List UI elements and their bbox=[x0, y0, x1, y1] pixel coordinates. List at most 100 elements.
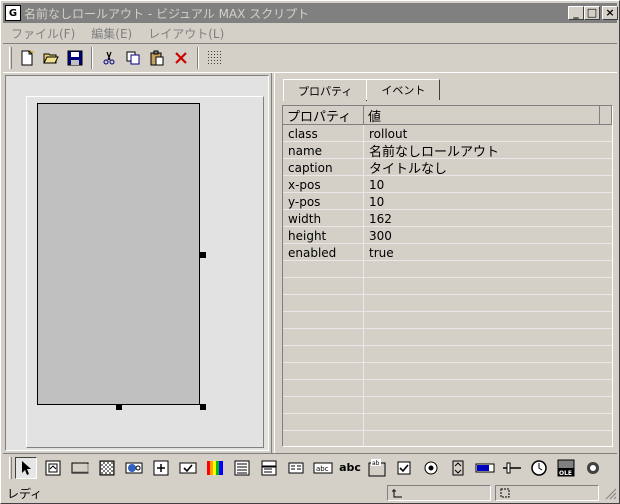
pickbutton-icon[interactable] bbox=[150, 457, 172, 479]
menu-bar: ファイル(F) 編集(E) レイアウト(L) bbox=[3, 24, 617, 42]
table-row[interactable]: class rollout bbox=[283, 125, 612, 142]
control-palette: abc abc ab OLE bbox=[3, 453, 617, 481]
slider-icon[interactable] bbox=[501, 457, 523, 479]
bitmap-icon[interactable] bbox=[42, 457, 64, 479]
empty-cell bbox=[283, 295, 364, 312]
colorpicker-icon[interactable] bbox=[204, 457, 226, 479]
timer-icon[interactable] bbox=[528, 457, 550, 479]
map-button-icon[interactable] bbox=[96, 457, 118, 479]
minimize-button[interactable]: _ bbox=[568, 6, 584, 20]
empty-cell bbox=[283, 346, 364, 363]
prop-name: class bbox=[283, 125, 364, 142]
empty-cell bbox=[283, 414, 364, 431]
menu-file[interactable]: ファイル(F) bbox=[3, 25, 83, 42]
svg-text:abc: abc bbox=[316, 465, 329, 473]
grid-icon[interactable] bbox=[203, 47, 227, 69]
prop-value[interactable]: 162 bbox=[364, 210, 604, 227]
empty-cell bbox=[364, 431, 604, 446]
prop-value[interactable]: 名前なしロールアウト bbox=[364, 142, 604, 159]
checkbox-icon[interactable] bbox=[393, 457, 415, 479]
prop-value[interactable]: 10 bbox=[364, 193, 604, 210]
paste-icon[interactable] bbox=[145, 47, 169, 69]
prop-name: caption bbox=[283, 159, 364, 176]
status-position-panel bbox=[387, 485, 491, 501]
open-icon[interactable] bbox=[39, 47, 63, 69]
pointer-icon[interactable] bbox=[15, 456, 37, 479]
table-row[interactable]: width 162 bbox=[283, 210, 612, 227]
header-property[interactable]: プロパティ bbox=[283, 106, 364, 125]
progressbar-icon[interactable] bbox=[474, 457, 496, 479]
menu-layout[interactable]: レイアウト(L) bbox=[140, 25, 232, 42]
combobox-icon[interactable] bbox=[231, 457, 253, 479]
resize-handle-corner[interactable] bbox=[200, 404, 206, 410]
table-row[interactable]: name 名前なしロールアウト bbox=[283, 142, 612, 159]
close-button[interactable]: × bbox=[602, 6, 618, 20]
empty-row bbox=[283, 363, 612, 380]
spinner-icon[interactable] bbox=[447, 457, 469, 479]
empty-row bbox=[283, 346, 612, 363]
menu-edit[interactable]: 編集(E) bbox=[83, 25, 140, 42]
table-row[interactable]: y-pos 10 bbox=[283, 193, 612, 210]
tab-events[interactable]: イベント bbox=[366, 79, 441, 100]
groupbox-icon[interactable]: ab bbox=[366, 457, 388, 479]
prop-value[interactable]: 10 bbox=[364, 176, 604, 193]
empty-row bbox=[283, 295, 612, 312]
maxscript-icon[interactable]: G bbox=[5, 5, 21, 21]
delete-icon[interactable] bbox=[169, 47, 193, 69]
table-row[interactable]: caption タイトルなし bbox=[283, 159, 612, 176]
empty-cell bbox=[283, 261, 364, 278]
toolbar-separator bbox=[197, 47, 199, 69]
maximize-button[interactable]: □ bbox=[584, 6, 600, 20]
window-title: 名前なしロールアウト - ビジュアル MAX スクリプト bbox=[24, 6, 310, 21]
toolbar-grip[interactable] bbox=[9, 47, 12, 69]
save-icon[interactable] bbox=[63, 47, 87, 69]
custom-control-icon[interactable] bbox=[582, 457, 604, 479]
prop-name: height bbox=[283, 227, 364, 244]
table-row[interactable]: height 300 bbox=[283, 227, 612, 244]
rollout-preview[interactable] bbox=[37, 103, 200, 405]
toolbar-separator bbox=[91, 47, 93, 69]
empty-cell bbox=[283, 380, 364, 397]
prop-value[interactable]: rollout bbox=[364, 125, 604, 142]
prop-name: width bbox=[283, 210, 364, 227]
grid-rows: class rollout name 名前なしロールアウト caption タイトルな… bbox=[283, 125, 612, 446]
label-icon[interactable]: abc bbox=[339, 457, 361, 479]
empty-cell bbox=[364, 261, 604, 278]
material-button-icon[interactable] bbox=[123, 457, 145, 479]
position-icon bbox=[392, 489, 402, 498]
empty-row bbox=[283, 380, 612, 397]
prop-value[interactable]: タイトルなし bbox=[364, 159, 604, 176]
resize-handle-bottom[interactable] bbox=[116, 404, 122, 410]
empty-row bbox=[283, 397, 612, 414]
copy-icon[interactable] bbox=[121, 47, 145, 69]
empty-cell bbox=[364, 329, 604, 346]
button-control-icon[interactable] bbox=[69, 457, 91, 479]
prop-value[interactable]: true bbox=[364, 244, 604, 261]
activex-icon[interactable]: OLE bbox=[555, 457, 577, 479]
empty-cell bbox=[364, 363, 604, 380]
pane-splitter[interactable] bbox=[271, 73, 275, 453]
prop-name: y-pos bbox=[283, 193, 364, 210]
radiobutton-icon[interactable] bbox=[420, 457, 442, 479]
svg-text:ab: ab bbox=[372, 460, 380, 467]
empty-row bbox=[283, 431, 612, 446]
listbox-icon[interactable] bbox=[285, 457, 307, 479]
tab-properties[interactable]: プロパティ bbox=[283, 79, 368, 101]
header-value[interactable]: 値 bbox=[364, 106, 600, 125]
prop-value[interactable]: 300 bbox=[364, 227, 604, 244]
checkbutton-icon[interactable] bbox=[177, 457, 199, 479]
empty-cell bbox=[364, 380, 604, 397]
design-canvas[interactable] bbox=[5, 75, 269, 451]
dropdownlist-icon[interactable] bbox=[258, 457, 280, 479]
table-row[interactable]: x-pos 10 bbox=[283, 176, 612, 193]
empty-cell bbox=[283, 431, 364, 446]
new-icon[interactable] bbox=[15, 47, 39, 69]
resize-handle-right[interactable] bbox=[200, 252, 206, 258]
empty-cell bbox=[364, 414, 604, 431]
table-row[interactable]: enabled true bbox=[283, 244, 612, 261]
palette-grip[interactable] bbox=[9, 456, 12, 479]
size-grip[interactable] bbox=[603, 486, 617, 500]
edittext-icon[interactable]: abc bbox=[312, 457, 334, 479]
cut-icon[interactable] bbox=[97, 47, 121, 69]
title-bar[interactable]: G 名前なしロールアウト - ビジュアル MAX スクリプト _ □ × bbox=[3, 3, 618, 23]
